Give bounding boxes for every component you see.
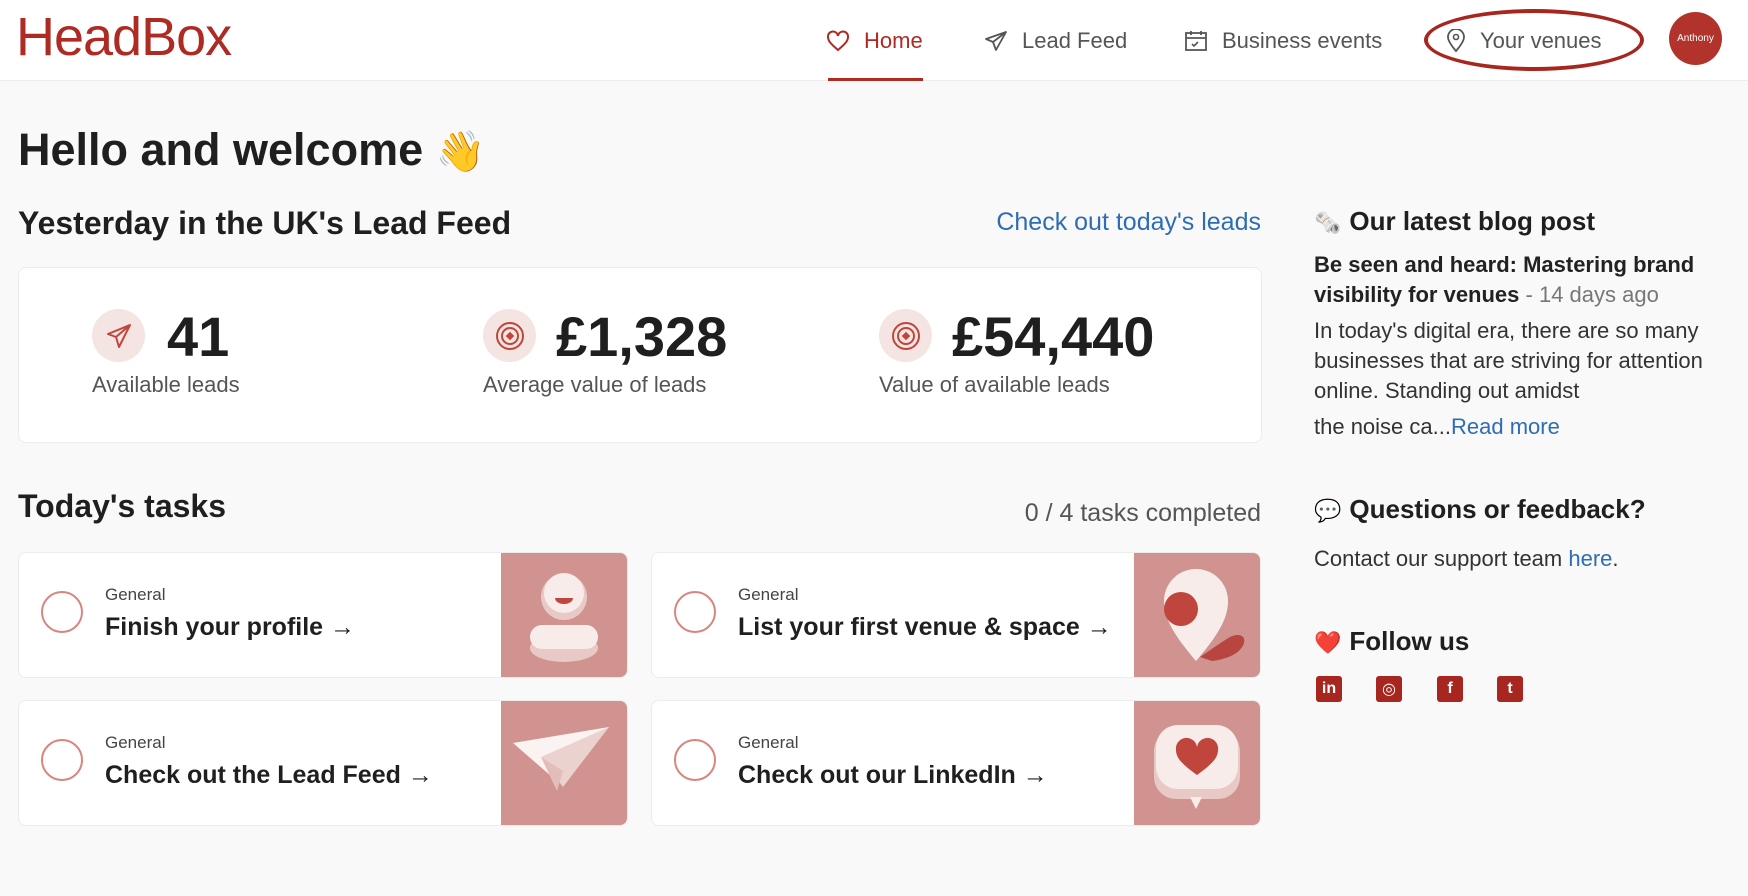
blog-heading: 🗞️ Our latest blog post xyxy=(1314,206,1595,237)
profile-illustration xyxy=(501,553,627,677)
tasks-progress: 0 / 4 tasks completed xyxy=(1024,499,1261,527)
nav-lead-feed[interactable]: Lead Feed xyxy=(984,0,1127,81)
task-checkbox[interactable] xyxy=(674,591,716,633)
task-card-profile[interactable]: General Finish your profile → xyxy=(18,552,628,678)
nav-home[interactable]: Home xyxy=(826,0,923,81)
feedback-heading-text: Questions or feedback? xyxy=(1349,494,1646,524)
waving-hand-icon: 👋 xyxy=(435,130,486,174)
headbox-logo[interactable]: HeadBox xyxy=(16,10,232,64)
speech-bubble-icon: 💬 xyxy=(1314,498,1342,523)
heart-icon xyxy=(827,29,849,51)
stat-label: Available leads xyxy=(92,372,240,397)
task-card-linkedin[interactable]: General Check out our LinkedIn → xyxy=(651,700,1261,826)
twitter-icon[interactable]: t xyxy=(1497,676,1523,702)
red-heart-icon: ❤️ xyxy=(1314,630,1342,655)
top-header: HeadBox Home Lead Feed Business events Y… xyxy=(0,0,1748,81)
stat-label: Value of available leads xyxy=(879,372,1110,397)
task-checkbox[interactable] xyxy=(41,591,83,633)
nav-business-events[interactable]: Business events xyxy=(1184,0,1382,81)
contact-support: Contact our support team here. xyxy=(1314,546,1619,572)
facebook-icon[interactable]: f xyxy=(1437,676,1463,702)
task-checkbox[interactable] xyxy=(41,739,83,781)
task-title: Check out the Lead Feed → xyxy=(105,761,433,789)
page-title: Hello and welcome 👋 xyxy=(18,124,485,176)
nav-business-events-label: Business events xyxy=(1222,27,1383,53)
paper-plane-icon xyxy=(985,30,1007,51)
heart-bubble-illustration xyxy=(1134,701,1260,825)
location-pin-icon xyxy=(1447,28,1465,52)
read-more-link[interactable]: Read more xyxy=(1451,414,1560,439)
support-link[interactable]: here xyxy=(1568,546,1612,571)
follow-heading-text: Follow us xyxy=(1349,626,1470,656)
location-pin-illustration xyxy=(1134,553,1260,677)
calendar-icon xyxy=(1185,30,1207,51)
user-avatar[interactable]: Anthony xyxy=(1669,12,1722,65)
stat-value: 41 xyxy=(167,305,230,368)
blog-excerpt-end: the noise ca... xyxy=(1314,414,1451,439)
target-icon xyxy=(483,309,536,362)
stat-value: £54,440 xyxy=(952,305,1155,368)
nav-your-venues-label: Your venues xyxy=(1480,27,1602,53)
paper-plane-illustration xyxy=(501,701,627,825)
task-card-venue[interactable]: General List your first venue & space → xyxy=(651,552,1261,678)
contact-text: Contact our support team xyxy=(1314,546,1563,571)
blog-post-age: - 14 days ago xyxy=(1525,282,1659,307)
paper-plane-icon xyxy=(92,309,145,362)
instagram-icon[interactable]: ◎ xyxy=(1376,676,1402,702)
blog-excerpt-text: In today's digital era, there are so man… xyxy=(1314,318,1703,403)
task-title: List your first venue & space → xyxy=(738,613,1112,641)
task-category: General xyxy=(105,585,166,604)
nav-lead-feed-label: Lead Feed xyxy=(1022,27,1128,53)
task-card-lead-feed[interactable]: General Check out the Lead Feed → xyxy=(18,700,628,826)
blog-heading-text: Our latest blog post xyxy=(1349,206,1595,236)
feedback-heading: 💬 Questions or feedback? xyxy=(1314,494,1646,525)
lead-stats-card: 41 Available leads £1,328 Average value … xyxy=(18,267,1262,443)
stat-value: £1,328 xyxy=(556,305,728,368)
greeting-text: Hello and welcome xyxy=(18,124,424,175)
blog-post-title[interactable]: Be seen and heard: Mastering brand visib… xyxy=(1314,250,1734,310)
nav-your-venues[interactable]: Your venues xyxy=(1446,0,1602,81)
task-checkbox[interactable] xyxy=(674,739,716,781)
task-category: General xyxy=(105,733,166,752)
newspaper-icon: 🗞️ xyxy=(1314,210,1342,235)
blog-excerpt: In today's digital era, there are so man… xyxy=(1314,316,1734,442)
tasks-heading: Today's tasks xyxy=(18,488,226,524)
task-category: General xyxy=(738,733,799,752)
todays-leads-link[interactable]: Check out today's leads xyxy=(996,208,1261,237)
lead-feed-heading: Yesterday in the UK's Lead Feed xyxy=(18,205,512,241)
task-category: General xyxy=(738,585,799,604)
target-icon xyxy=(879,309,932,362)
stat-label: Average value of leads xyxy=(483,372,707,397)
task-title: Finish your profile → xyxy=(105,613,356,641)
task-title: Check out our LinkedIn → xyxy=(738,761,1048,789)
nav-home-label: Home xyxy=(864,27,923,53)
contact-suffix: . xyxy=(1612,546,1619,571)
linkedin-icon[interactable]: in xyxy=(1316,676,1342,702)
follow-heading: ❤️ Follow us xyxy=(1314,626,1469,657)
